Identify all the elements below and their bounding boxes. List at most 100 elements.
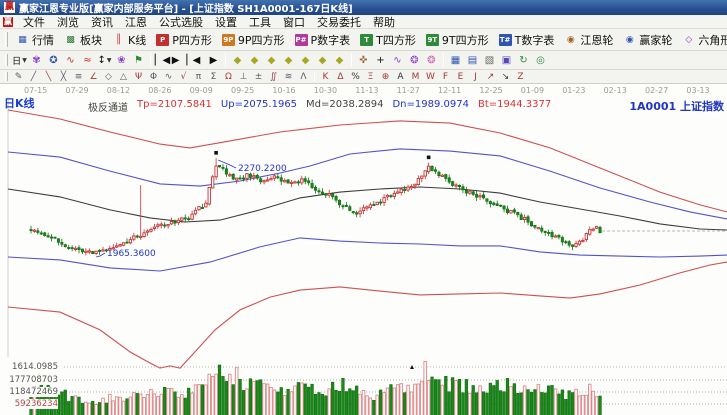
pi-tool-icon[interactable]: π [191, 71, 206, 83]
user-search-icon[interactable]: ◎ [532, 53, 549, 68]
trend-line-icon[interactable]: ╱ [26, 71, 41, 83]
red-wave2-icon[interactable]: ≈ [79, 53, 96, 68]
integral-tool-icon[interactable]: ∬ [266, 71, 281, 83]
sum-tool-icon[interactable]: Σ [206, 71, 221, 83]
waves-tool-icon[interactable]: ≋ [281, 71, 296, 83]
toolbar-button-kline[interactable]: ║K线 [107, 31, 151, 49]
toolbar-button-hexagon[interactable]: ◇六角形 [677, 31, 727, 49]
diamond-tool-icon[interactable]: ◇ [101, 71, 116, 83]
kline-indicator-icon[interactable]: K [318, 71, 333, 83]
circle-tool-icon[interactable]: Φ [146, 71, 161, 83]
zigzag-tool-icon[interactable]: ∿ [389, 53, 406, 68]
menu-item-8[interactable]: 窗口 [277, 14, 311, 30]
f-indicator-icon[interactable]: F [438, 71, 453, 83]
red-wave-icon[interactable]: ∿ [62, 53, 79, 68]
pitchfork-tool-icon[interactable]: Ψ [131, 71, 146, 83]
menu-item-6[interactable]: 设置 [209, 14, 243, 30]
triangle-tool-icon[interactable]: △ [116, 71, 131, 83]
gann-fan-7-icon[interactable]: ◆ [331, 53, 348, 68]
toolbar-button-gann-wheel[interactable]: ◉江恩轮 [559, 31, 618, 49]
gann-flower-icon[interactable]: ✾ [28, 53, 45, 68]
up-arrow-indicator-icon[interactable]: ↗ [483, 71, 498, 83]
toolbar-button-label: K线 [128, 32, 146, 48]
j-indicator-icon[interactable]: J [468, 71, 483, 83]
goto-start-icon[interactable]: ▏◀ [154, 53, 171, 68]
percent-indicator-icon[interactable]: % [348, 71, 363, 83]
plusminus-tool-icon[interactable]: ± [251, 71, 266, 83]
chart-area[interactable]: 2270.22001965.3600 07-1507-2908-1208-260… [0, 84, 727, 415]
step-back-icon[interactable]: ◀ [188, 53, 205, 68]
wave-tool-icon[interactable]: ∿ [161, 71, 176, 83]
crosshair-icon[interactable]: + [372, 53, 389, 68]
gann-fan-4-icon[interactable]: ◆ [280, 53, 297, 68]
step-forward-icon[interactable]: ▶ [205, 53, 222, 68]
refresh-icon[interactable]: ↻ [515, 53, 532, 68]
xi-indicator-icon[interactable]: Ξ [363, 71, 378, 83]
a-indicator-icon[interactable]: A [393, 71, 408, 83]
menu-logo-icon: 赢 [3, 17, 13, 27]
toolbar-button-sectors[interactable]: ▩板块 [59, 31, 107, 49]
updown-arrow-icon[interactable]: ↕▼ [96, 53, 113, 68]
gann-fan-1-icon[interactable]: ◆ [229, 53, 246, 68]
date-tick: 01-09 [521, 86, 544, 95]
pane-label-daily-kline[interactable]: 日K线 [4, 95, 35, 111]
menu-item-7[interactable]: 工具 [243, 14, 277, 30]
kline-chart-canvas[interactable]: 2270.22001965.3600 [0, 84, 727, 415]
toolbar-button-p-number-table[interactable]: P#P数字表 [290, 31, 356, 49]
toolbar-button-nine-t-square[interactable]: 9T9T四方形 [421, 31, 494, 49]
ohm-tool-icon[interactable]: Ω [221, 71, 236, 83]
calculator-icon[interactable]: ▤ [464, 53, 481, 68]
gann-fan-2-icon[interactable]: ◆ [246, 53, 263, 68]
oplus-indicator-icon[interactable]: ⊕ [378, 71, 393, 83]
parallel-lines-icon[interactable]: ≡ [71, 71, 86, 83]
toolbar-button-quotes-grid[interactable]: ▦行情 [11, 31, 59, 49]
symbol-label[interactable]: 1A0001 上证指数 [629, 98, 724, 114]
down-line-icon[interactable]: ╲ [41, 71, 56, 83]
menu-item-4[interactable]: 江恩 [119, 14, 153, 30]
z-indicator-icon[interactable]: Z [513, 71, 528, 83]
drag-hand-icon[interactable]: ✜ [355, 53, 372, 68]
toolbar-button-p-square[interactable]: PP四方形 [151, 31, 217, 49]
indicator-value-4: Dn=1989.0974 [392, 99, 469, 114]
toolbar-button-nine-p-square[interactable]: 9P9P四方形 [217, 31, 290, 49]
date-tick: 12-25 [479, 86, 502, 95]
lambda-tool-icon[interactable]: Λ [296, 71, 311, 83]
gann-fan-6-icon[interactable]: ◆ [314, 53, 331, 68]
goto-end-icon[interactable]: ▶▕ [171, 53, 188, 68]
pencil-tool-icon[interactable]: ✎ [11, 71, 26, 83]
perpendicular-tool-icon[interactable]: ⊥ [236, 71, 251, 83]
toolbar-button-winner-wheel[interactable]: ◉赢家轮 [618, 31, 677, 49]
menu-item-3[interactable]: 资讯 [85, 14, 119, 30]
wheel-purple-icon[interactable]: ❂ [406, 53, 423, 68]
date-tick: 11-27 [397, 86, 420, 95]
panel-icon[interactable]: ▧ [481, 53, 498, 68]
calendar-icon[interactable]: ▦ [447, 53, 464, 68]
cross-lines-icon[interactable]: ╳ [56, 71, 71, 83]
menu-item-9[interactable]: 交易委托 [311, 14, 367, 30]
delta-indicator-icon[interactable]: Δ [333, 71, 348, 83]
toolbar-button-t-number-table[interactable]: T#T数字表 [494, 31, 560, 49]
toolbar-button-label: P四方形 [172, 32, 212, 48]
gann-fan-3-icon[interactable]: ◆ [263, 53, 280, 68]
m-indicator-icon[interactable]: M [408, 71, 423, 83]
menu-item-2[interactable]: 浏览 [51, 14, 85, 30]
menu-item-1[interactable]: 文件 [17, 14, 51, 30]
gann-fan-5-icon[interactable]: ◆ [297, 53, 314, 68]
down-arrow-indicator-icon[interactable]: ↘ [498, 71, 513, 83]
flag-icon[interactable]: ⚑ [130, 53, 147, 68]
save-icon[interactable]: ▣ [498, 53, 515, 68]
angle-tool-icon[interactable]: ∠ [86, 71, 101, 83]
purple-flower-icon[interactable]: ❀ [113, 53, 130, 68]
menu-item-10[interactable]: 帮助 [367, 14, 401, 30]
nine-p-square-icon: 9P [222, 34, 235, 46]
menu-item-5[interactable]: 公式选股 [153, 14, 209, 30]
e-indicator-icon[interactable]: E [453, 71, 468, 83]
cycle-ring-icon[interactable]: ✪ [45, 53, 62, 68]
w-indicator-icon[interactable]: W [423, 71, 438, 83]
sqrt-tool-icon[interactable]: √ [176, 71, 191, 83]
wheel-pink-icon[interactable]: ❂ [423, 53, 440, 68]
period-daily-selector[interactable]: 日▼ [11, 53, 28, 68]
annotation-low-price: 1965.3600 [107, 249, 156, 259]
toolbar-button-t-square[interactable]: TT四方形 [355, 31, 421, 49]
toolbar-separator [225, 53, 226, 67]
